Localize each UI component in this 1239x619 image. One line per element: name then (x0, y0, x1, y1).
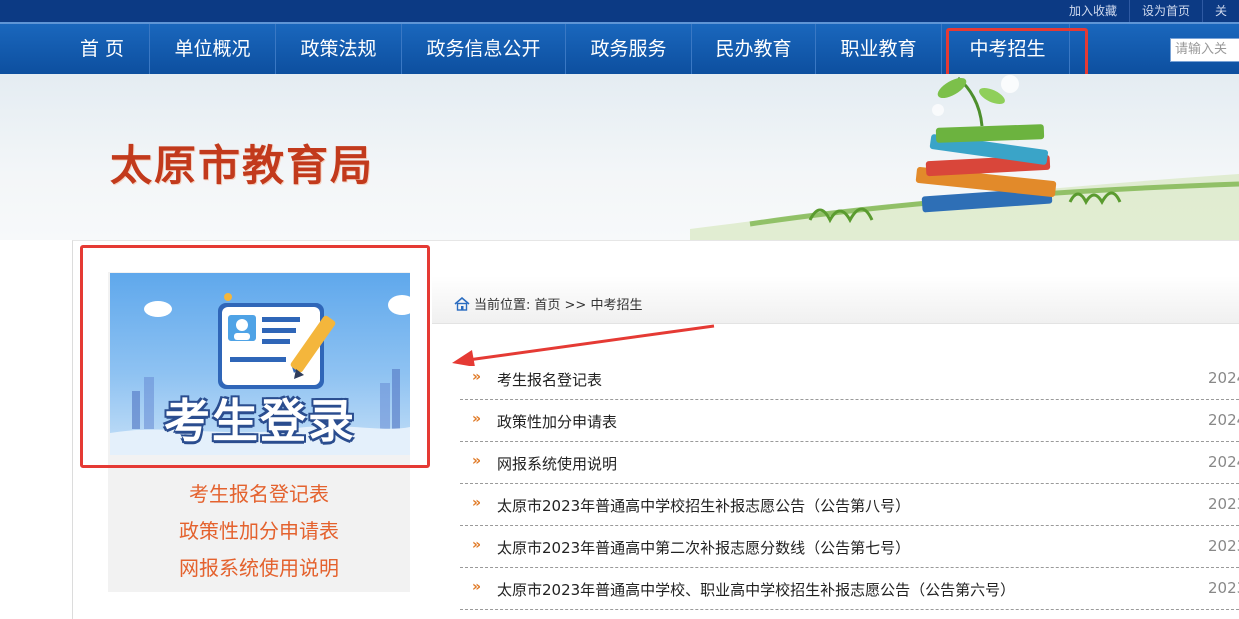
list-item-date: 2024 (1208, 369, 1239, 387)
list-item-title[interactable]: 考生报名登记表 (497, 369, 602, 390)
quick-links: 考生报名登记表 政策性加分申请表 网报系统使用说明 (108, 476, 410, 587)
list-item-date: 2024 (1208, 411, 1239, 429)
list-item-date: 2023 (1208, 537, 1239, 555)
quick-link-bonus-application[interactable]: 政策性加分申请表 (108, 513, 410, 550)
search-input[interactable]: 请输入关 (1170, 38, 1239, 62)
top-utility-bar: 加入收藏 设为首页 关 (0, 0, 1239, 22)
news-list: » 考生报名登记表 2024 » 政策性加分申请表 2024 » 网报系统使用说… (460, 358, 1239, 610)
books-illustration (690, 75, 1239, 240)
list-item-title[interactable]: 太原市2023年普通高中学校招生补报志愿公告（公告第八号） (497, 495, 910, 516)
login-highlight-frame (80, 245, 430, 468)
nav-item-services[interactable]: 政务服务 (566, 24, 692, 74)
list-item[interactable]: » 网报系统使用说明 2024 (460, 442, 1239, 484)
breadcrumb-path[interactable]: 首页 >> 中考招生 (534, 294, 642, 313)
list-item[interactable]: » 太原市2023年普通高中学校招生补报志愿公告（公告第八号） 2023 (460, 484, 1239, 526)
nav-item-private-edu[interactable]: 民办教育 (692, 24, 816, 74)
list-item-title[interactable]: 太原市2023年普通高中第二次补报志愿分数线（公告第七号） (497, 537, 910, 558)
list-item-date: 2024 (1208, 453, 1239, 471)
quick-link-registration-form[interactable]: 考生报名登记表 (108, 476, 410, 513)
home-icon (454, 296, 470, 311)
breadcrumb: 当前位置: 首页 >> 中考招生 (454, 294, 642, 313)
list-item[interactable]: » 考生报名登记表 2024 (460, 358, 1239, 400)
double-chevron-icon: » (472, 537, 482, 553)
utility-link-truncated[interactable]: 关 (1201, 0, 1239, 22)
utility-links: 加入收藏 设为首页 关 (1057, 0, 1239, 22)
list-item[interactable]: » 太原市2023年普通高中第二次补报志愿分数线（公告第七号） 2023 (460, 526, 1239, 568)
nav-item-public-info[interactable]: 政务信息公开 (402, 24, 566, 74)
nav-item-vocational[interactable]: 职业教育 (816, 24, 942, 74)
nav-highlight-frame (946, 28, 1088, 78)
list-item-title[interactable]: 政策性加分申请表 (497, 411, 617, 432)
quick-link-system-guide[interactable]: 网报系统使用说明 (108, 550, 410, 587)
double-chevron-icon: » (472, 411, 482, 427)
add-favorite-link[interactable]: 加入收藏 (1057, 0, 1129, 22)
nav-item-home[interactable]: 首 页 (55, 24, 150, 74)
double-chevron-icon: » (472, 369, 482, 385)
double-chevron-icon: » (472, 453, 482, 469)
double-chevron-icon: » (472, 495, 482, 511)
header-banner: 太原市教育局 (0, 74, 1239, 240)
list-item[interactable]: » 政策性加分申请表 2024 (460, 400, 1239, 442)
set-homepage-link[interactable]: 设为首页 (1128, 0, 1202, 22)
main-nav: 首 页 单位概况 政策法规 政务信息公开 政务服务 民办教育 职业教育 中考招生… (0, 22, 1239, 78)
list-item-title[interactable]: 网报系统使用说明 (497, 453, 617, 474)
double-chevron-icon: » (472, 579, 482, 595)
list-item-title[interactable]: 太原市2023年普通高中学校、职业高中学校招生补报志愿公告（公告第六号） (497, 579, 1015, 600)
site-title: 太原市教育局 (110, 141, 375, 190)
list-item-date: 2023 (1208, 579, 1239, 597)
nav-item-overview[interactable]: 单位概况 (150, 24, 276, 74)
breadcrumb-prefix: 当前位置: (474, 298, 531, 313)
list-item-date: 2023 (1208, 495, 1239, 513)
list-item[interactable]: » 太原市2023年普通高中学校、职业高中学校招生补报志愿公告（公告第六号） 2… (460, 568, 1239, 610)
nav-item-policy[interactable]: 政策法规 (276, 24, 402, 74)
